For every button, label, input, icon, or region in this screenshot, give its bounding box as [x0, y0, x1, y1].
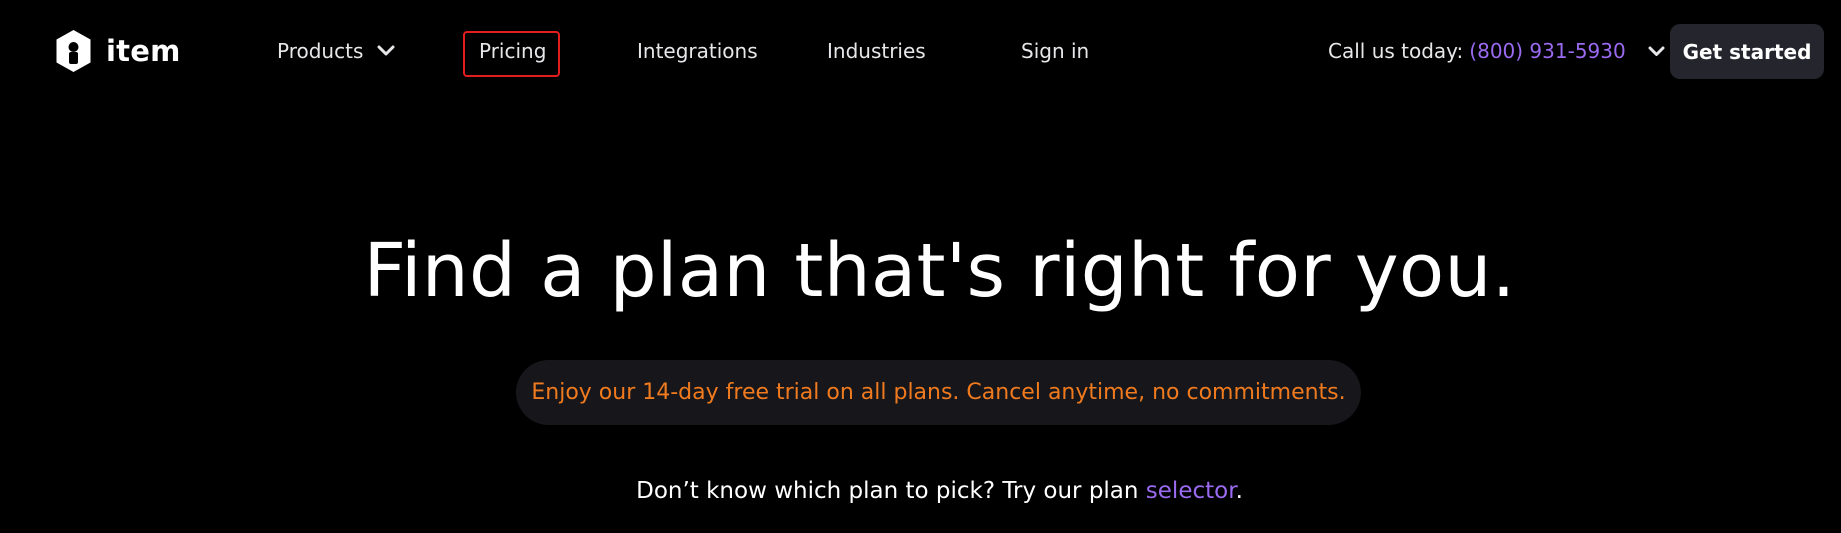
get-started-button[interactable]: Get started: [1670, 24, 1824, 79]
nav-pricing[interactable]: Pricing: [479, 36, 546, 66]
brand-name: item: [106, 34, 181, 68]
nav-industries[interactable]: Industries: [827, 36, 926, 66]
top-navigation: item Products Pricing Integrations Indus…: [0, 0, 1841, 104]
chevron-down-icon: [1648, 46, 1665, 56]
contact-label: Call us today:: [1328, 39, 1464, 63]
contact-phone-link[interactable]: (800) 931-5930: [1469, 36, 1625, 66]
trial-banner-text: Enjoy our 14-day free trial on all plans…: [531, 380, 1346, 405]
nav-products[interactable]: Products: [277, 36, 395, 66]
contact-phone-menu[interactable]: Call us today: (800) 931-5930: [1328, 36, 1665, 66]
plan-selector-link[interactable]: selector: [1146, 478, 1236, 504]
brand-logo[interactable]: item: [53, 29, 181, 73]
plan-selector-hint: Don’t know which plan to pick? Try our p…: [0, 475, 1841, 507]
nav-products-label: Products: [277, 39, 364, 63]
plan-hint-period: .: [1235, 478, 1243, 504]
item-logo-icon: [56, 30, 91, 72]
page-title: Find a plan that's right for you.: [363, 228, 1516, 314]
nav-sign-in[interactable]: Sign in: [1021, 36, 1089, 66]
trial-banner: Enjoy our 14-day free trial on all plans…: [516, 360, 1361, 425]
chevron-down-icon: [377, 45, 395, 56]
nav-integrations[interactable]: Integrations: [637, 36, 758, 66]
plan-hint-text: Don’t know which plan to pick? Try our p…: [636, 478, 1139, 504]
